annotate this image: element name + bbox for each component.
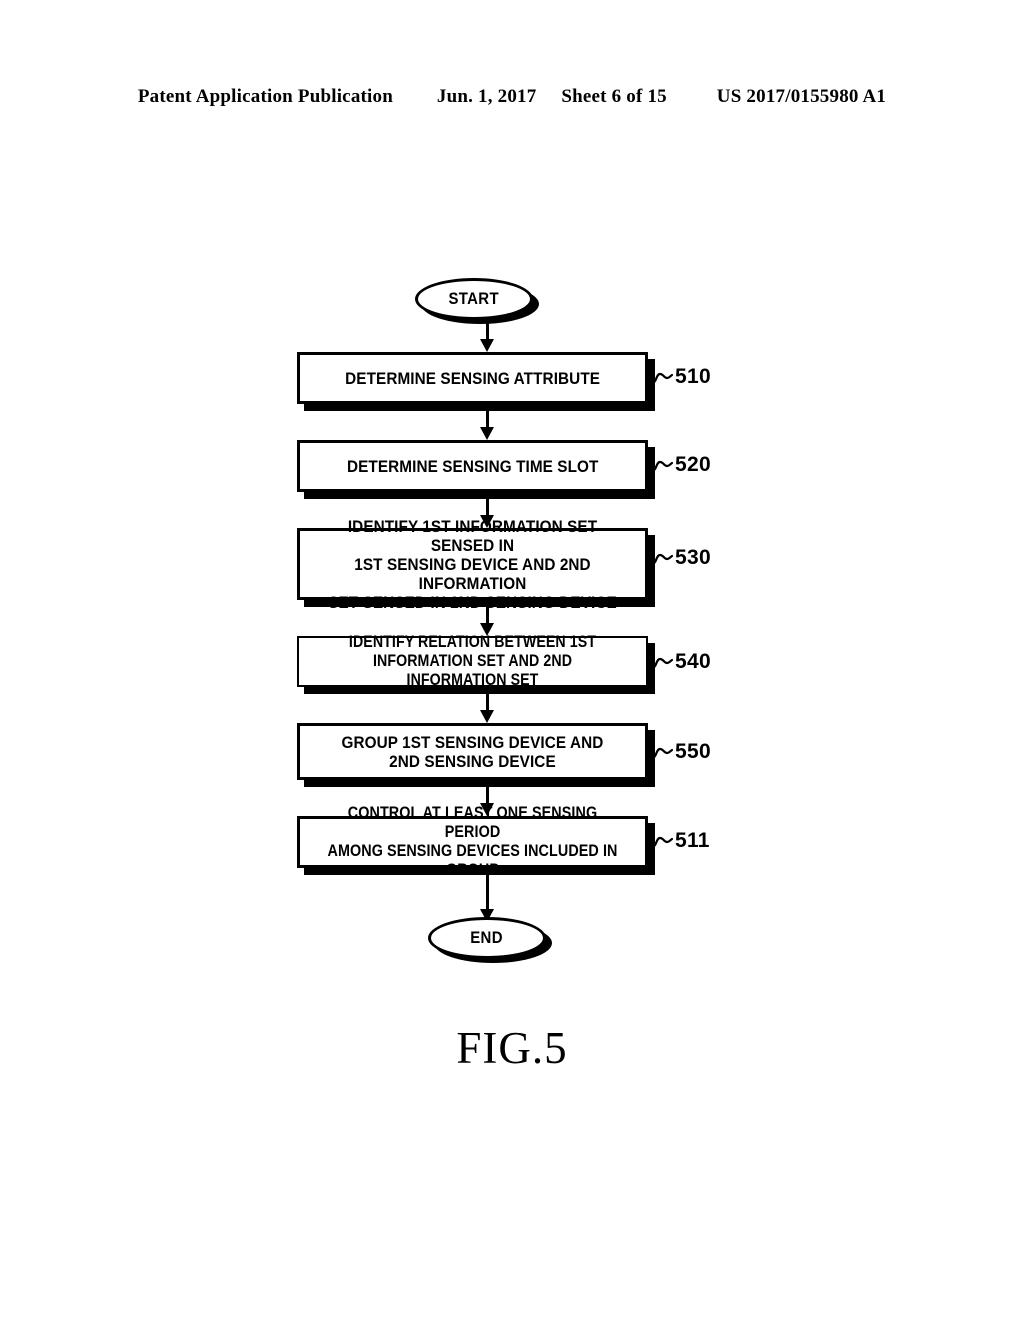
connector-stem (486, 787, 489, 804)
step-520-reference-number: 520 (675, 453, 711, 476)
step-550-reference: 550 (653, 740, 711, 764)
step-511-reference: 511 (653, 829, 710, 853)
leader-squiggle-icon (653, 372, 673, 384)
end-terminator: END (428, 917, 546, 959)
step-530-reference: 530 (653, 546, 711, 570)
step-530-box: IDENTIFY 1ST INFORMATION SET SENSED IN 1… (297, 517, 648, 612)
connector-stem (486, 694, 489, 711)
step-520-box: DETERMINE SENSING TIME SLOT (297, 440, 648, 492)
connector-stem (486, 875, 489, 910)
step-520-reference: 520 (653, 453, 711, 477)
start-terminator: START (415, 278, 533, 320)
arrowhead-icon (480, 339, 494, 352)
leader-squiggle-icon (653, 657, 673, 669)
flowchart-figure: START DETERMINE SENSING ATTRIBUTE 510 DE… (0, 0, 1024, 1320)
step-530-reference-number: 530 (675, 546, 711, 569)
step-540-reference: 540 (653, 650, 711, 674)
arrowhead-icon (480, 427, 494, 440)
step-540-label: IDENTIFY RELATION BETWEEN 1ST INFORMATIO… (348, 633, 597, 689)
end-terminator-label: END (470, 928, 504, 947)
step-510-reference-number: 510 (675, 365, 711, 388)
step-510-label: DETERMINE SENSING ATTRIBUTE (345, 368, 600, 388)
connector-stem (486, 499, 489, 516)
step-550-reference-number: 550 (675, 740, 711, 763)
step-550-label: GROUP 1ST SENSING DEVICE AND 2ND SENSING… (341, 732, 604, 771)
figure-caption: FIG.5 (456, 1023, 568, 1073)
step-510-box: DETERMINE SENSING ATTRIBUTE (297, 352, 648, 404)
step-550-box: GROUP 1ST SENSING DEVICE AND 2ND SENSING… (297, 723, 648, 780)
leader-squiggle-icon (653, 747, 673, 759)
leader-squiggle-icon (653, 836, 673, 848)
step-530-label: IDENTIFY 1ST INFORMATION SET SENSED IN 1… (328, 516, 617, 612)
connector-stem (486, 411, 489, 428)
leader-squiggle-icon (653, 553, 673, 565)
step-520-label: DETERMINE SENSING TIME SLOT (346, 456, 599, 476)
step-511-reference-number: 511 (675, 829, 710, 852)
start-terminator-label: START (448, 289, 500, 308)
step-511-label: CONTROL AT LEAST ONE SENSING PERIOD AMON… (327, 804, 618, 879)
step-511-box: CONTROL AT LEAST ONE SENSING PERIOD AMON… (297, 804, 648, 879)
step-540-reference-number: 540 (675, 650, 711, 673)
step-540-box: IDENTIFY RELATION BETWEEN 1ST INFORMATIO… (297, 633, 648, 689)
arrowhead-icon (480, 710, 494, 723)
leader-squiggle-icon (653, 460, 673, 472)
step-510-reference: 510 (653, 365, 711, 389)
